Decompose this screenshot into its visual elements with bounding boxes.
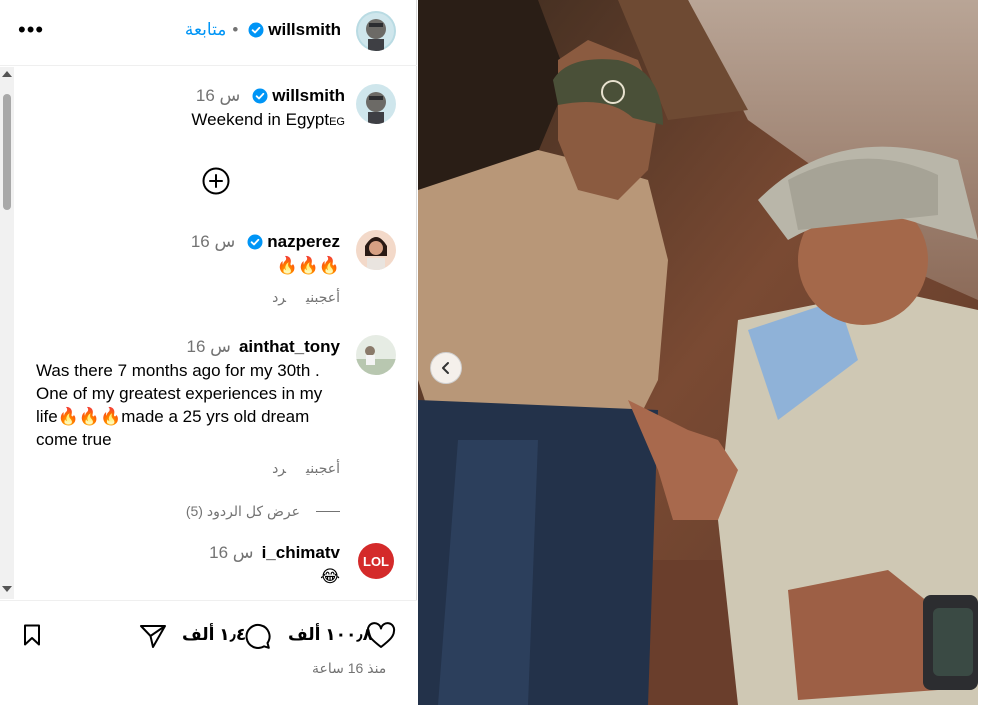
comment-username[interactable]: ainthat_tony — [239, 337, 340, 357]
caption-avatar[interactable] — [356, 84, 396, 124]
comment-actions: أعجبني رد — [252, 460, 340, 477]
scroll-up-arrow-icon[interactable] — [2, 71, 12, 77]
caption-body: Weekend in Egypt — [191, 110, 330, 129]
view-replies-button[interactable]: عرض كل الردود (5) — [186, 503, 340, 520]
post-media[interactable] — [418, 0, 978, 705]
more-options-icon[interactable]: ••• — [18, 16, 46, 44]
comment-header: 16 س i_chimatv — [209, 543, 340, 563]
comments-panel: ••• متابعة • willsmith 16 س willsmith We… — [0, 0, 417, 705]
previous-slide-button[interactable] — [430, 352, 462, 384]
bookmark-icon[interactable] — [20, 623, 44, 647]
verified-badge-icon — [248, 22, 264, 38]
video-frame — [418, 0, 978, 705]
separator-dot: • — [232, 20, 239, 39]
comment-text: Was there 7 months ago for my 30th . One… — [36, 361, 323, 449]
scrollbar-thumb[interactable] — [3, 94, 11, 210]
caption-username[interactable]: willsmith — [272, 86, 345, 106]
verified-badge-icon — [247, 234, 263, 250]
reply-button[interactable]: رد — [272, 289, 286, 305]
chevron-left-icon — [442, 362, 449, 374]
post-timestamp: منذ 16 ساعة — [312, 660, 387, 676]
reply-button[interactable]: رد — [272, 460, 286, 476]
caption-header: 16 س willsmith — [196, 86, 345, 106]
comment-avatar[interactable] — [356, 335, 396, 375]
like-comment-button[interactable]: أعجبني — [306, 289, 340, 305]
comment-username[interactable]: nazperez — [267, 232, 340, 252]
like-count: ١٠٠٫٨ ألف — [288, 625, 374, 644]
post-author-line: متابعة • willsmith — [185, 20, 341, 40]
comment-header: 16 س ainthat_tony — [187, 337, 340, 357]
comment-count: ١٫٤ ألف — [182, 625, 247, 644]
comment-username[interactable]: i_chimatv — [262, 543, 340, 563]
plus-circle-icon[interactable] — [201, 166, 231, 196]
comment-avatar[interactable] — [356, 230, 396, 270]
header-username[interactable]: willsmith — [268, 20, 341, 40]
comment-time: 16 س — [186, 337, 231, 356]
replies-divider — [316, 511, 340, 512]
comment-avatar[interactable]: LOL — [356, 541, 396, 581]
comment-icon[interactable] — [243, 622, 271, 650]
author-avatar[interactable] — [356, 11, 396, 51]
heart-icon[interactable] — [366, 622, 396, 650]
verified-badge-icon — [252, 88, 268, 104]
comment-time: 16 س — [209, 543, 254, 562]
egypt-flag: EG — [329, 116, 345, 128]
view-replies-label: عرض كل الردود (5) — [185, 503, 300, 519]
comment-header: 16 س nazperez — [191, 232, 340, 252]
follow-button[interactable]: متابعة — [185, 20, 226, 40]
svg-text:LOL: LOL — [363, 554, 389, 569]
comment-text: 😂 — [320, 567, 340, 586]
caption-text: Weekend in EgyptEG — [191, 108, 345, 134]
caption-time: 16 س — [195, 86, 241, 105]
scroll-down-arrow-icon[interactable] — [2, 586, 12, 592]
post-header: ••• متابعة • willsmith — [0, 0, 417, 66]
comment-text: 🔥🔥🔥 — [276, 256, 340, 275]
send-icon[interactable] — [139, 623, 167, 649]
post-footer: ١٫٤ ألف ١٠٠٫٨ ألف منذ 16 ساعة — [0, 600, 417, 705]
comment-time: 16 س — [190, 232, 236, 251]
like-comment-button[interactable]: أعجبني — [306, 460, 340, 476]
comment-actions: أعجبني رد — [252, 289, 340, 306]
